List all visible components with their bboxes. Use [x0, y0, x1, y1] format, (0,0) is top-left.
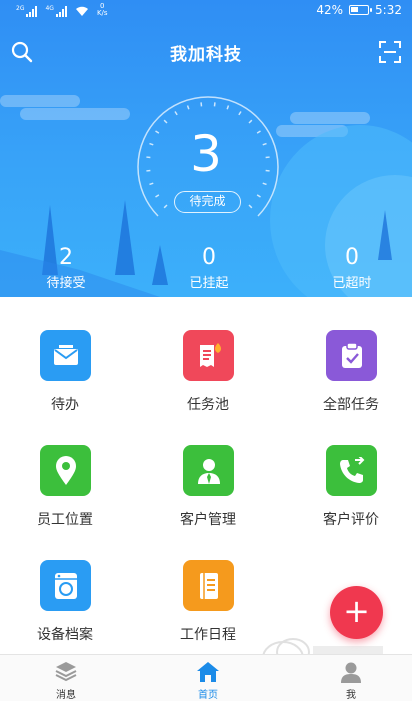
stat-value: 0	[345, 245, 359, 270]
tile-staff-location[interactable]: 员工位置	[0, 445, 130, 545]
tab-me[interactable]: 我	[301, 655, 401, 701]
gauge-tick	[262, 182, 267, 186]
pending-label[interactable]: 待完成	[174, 191, 241, 213]
gauge-tick	[163, 204, 168, 209]
gauge-tick	[186, 105, 190, 110]
top-nav: 我加科技	[0, 36, 412, 68]
battery-percent: 42%	[316, 3, 344, 17]
scan-icon[interactable]	[378, 40, 402, 64]
stat-value: 2	[59, 245, 73, 270]
tile-label: 工作日程	[180, 627, 236, 643]
user-icon	[341, 662, 361, 683]
tile-customer-management[interactable]: 客户管理	[143, 445, 273, 545]
wifi-icon	[75, 6, 88, 16]
bottom-tab-bar: 消息 首页 我	[0, 654, 412, 701]
tab-label: 消息	[56, 690, 76, 701]
tile-all-tasks[interactable]: 全部任务	[286, 330, 412, 430]
stat-overdue[interactable]: 0 已超时	[297, 244, 407, 294]
tab-messages[interactable]: 消息	[16, 655, 116, 701]
gauge-tick	[226, 105, 230, 110]
layers-icon	[55, 662, 77, 682]
tile-device-archive[interactable]: 设备档案	[0, 560, 130, 660]
signal-sim1-icon: 2G	[16, 5, 38, 17]
stat-value: 0	[202, 245, 216, 270]
gauge-tick	[256, 194, 261, 198]
tile-label: 设备档案	[37, 627, 93, 643]
home-icon	[197, 662, 219, 682]
signal-sim2-icon: 4G	[45, 5, 67, 17]
gauge-tick	[238, 111, 242, 116]
status-bar: 2G 4G 0 K/s 42% 5:32	[0, 0, 412, 22]
stat-label: 已超时	[332, 276, 372, 291]
tile-todo[interactable]: 待办	[0, 330, 130, 430]
tile-label: 员工位置	[37, 512, 93, 528]
gauge-tick	[248, 119, 253, 124]
tile-label: 客户管理	[180, 512, 236, 528]
person-icon	[183, 445, 234, 496]
gauge-tick	[155, 194, 160, 198]
tab-label: 我	[346, 690, 356, 701]
tile-label: 任务池	[187, 397, 229, 413]
network-speed: 0 K/s	[96, 2, 108, 17]
tile-task-pool[interactable]: 任务池	[143, 330, 273, 430]
battery-icon	[349, 5, 373, 15]
map-pin-icon	[40, 445, 91, 496]
tab-home[interactable]: 首页	[158, 655, 258, 701]
notebook-icon	[183, 560, 234, 611]
envelope-icon	[40, 330, 91, 381]
tile-label: 客户评价	[323, 512, 379, 528]
phone-icon	[326, 445, 377, 496]
dashboard-header: 2G 4G 0 K/s 42% 5:32 我加科技 3 待完成 2 待接受 0 …	[0, 0, 412, 297]
gauge-tick	[163, 119, 168, 124]
gauge-tick	[174, 111, 178, 116]
page-title: 我加科技	[170, 45, 242, 65]
tile-label: 全部任务	[323, 397, 379, 413]
tile-customer-review[interactable]: 客户评价	[286, 445, 412, 545]
stat-suspended[interactable]: 0 已挂起	[154, 244, 264, 294]
stat-label: 待接受	[46, 276, 86, 291]
receipt-fire-icon	[183, 330, 234, 381]
gauge-tick	[248, 204, 253, 209]
pending-count: 3	[190, 125, 222, 183]
tile-work-schedule[interactable]: 工作日程	[143, 560, 273, 660]
clock: 5:32	[375, 3, 402, 17]
gauge-tick	[149, 182, 154, 186]
tab-label: 首页	[198, 690, 218, 701]
clipboard-check-icon	[326, 330, 377, 381]
stat-label: 已挂起	[189, 276, 229, 291]
stat-to-accept[interactable]: 2 待接受	[11, 244, 121, 294]
washer-icon	[40, 560, 91, 611]
tile-label: 待办	[51, 397, 79, 413]
